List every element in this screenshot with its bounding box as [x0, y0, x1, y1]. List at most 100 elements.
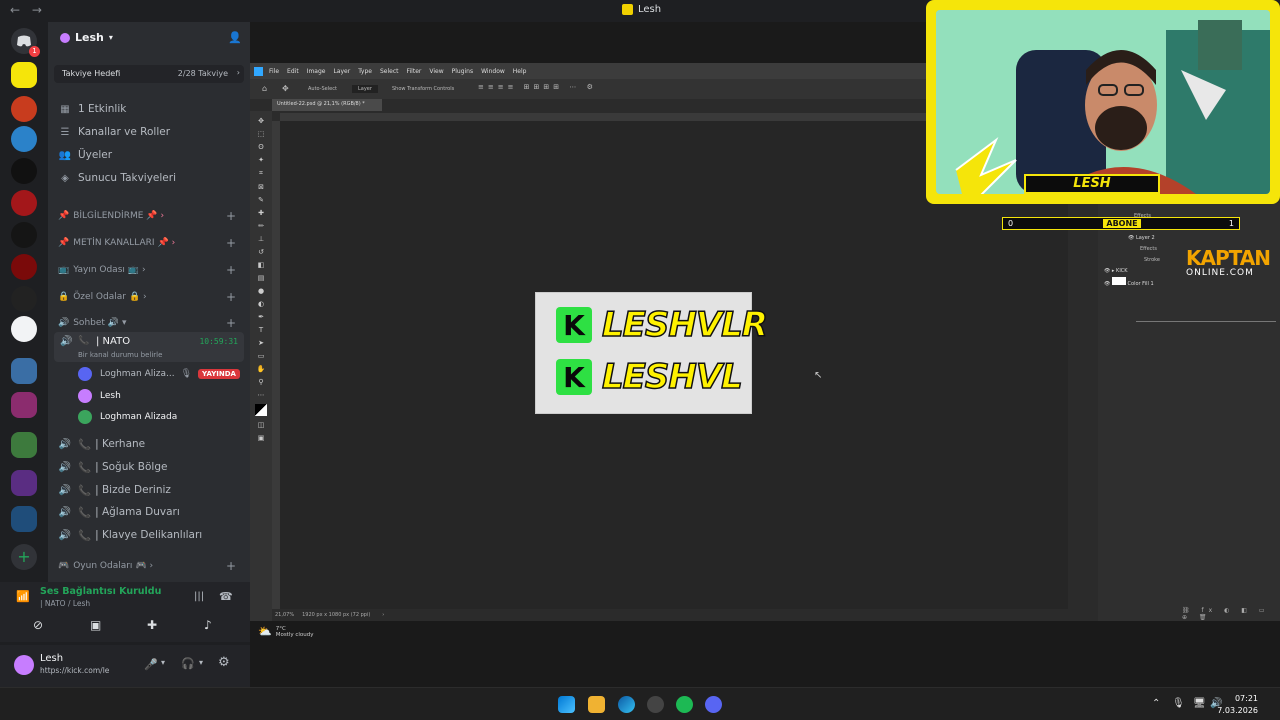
chevron-down-icon[interactable]: ▾: [161, 658, 165, 667]
marquee-tool-icon[interactable]: ⬚: [258, 130, 265, 138]
category-sohbet[interactable]: 🔊 Sohbet 🔊 ▾ +: [58, 313, 242, 333]
eraser-icon[interactable]: ◧: [258, 261, 265, 269]
add-member-icon[interactable]: 👤: [228, 31, 242, 44]
menu-members[interactable]: 👥 Üyeler: [58, 145, 242, 165]
frame-tool-icon[interactable]: ⊠: [258, 183, 264, 191]
edge-browser-icon[interactable]: [618, 696, 635, 713]
soundboard-icon[interactable]: ♪: [204, 618, 212, 632]
menu-events[interactable]: ▦ 1 Etkinlik: [58, 99, 242, 119]
dodge-icon[interactable]: ◐: [258, 300, 264, 308]
home-icon[interactable]: ⌂: [262, 84, 267, 93]
path-select-icon[interactable]: ➤: [258, 339, 264, 347]
server-folder-icon[interactable]: [11, 358, 37, 384]
voice-channel[interactable]: 🔊 📞 | Kerhane: [58, 434, 242, 454]
gradient-icon[interactable]: ▤: [258, 274, 265, 282]
color-swatches[interactable]: [255, 404, 267, 416]
quick-mask-icon[interactable]: ◫: [258, 421, 265, 429]
add-channel-icon[interactable]: +: [226, 209, 236, 223]
magic-wand-icon[interactable]: ✦: [258, 156, 264, 164]
voice-channel[interactable]: 🔊 📞 | Soğuk Bölge: [58, 457, 242, 477]
nav-arrows[interactable]: ← →: [10, 3, 42, 17]
voice-channel-path[interactable]: | NATO / Lesh: [40, 599, 90, 608]
auto-select-checkbox[interactable]: Auto-Select: [308, 86, 337, 92]
layer-effects[interactable]: Effects: [1104, 244, 1160, 255]
tray-network-icon[interactable]: 🖥: [1193, 698, 1206, 709]
boost-goal-bar[interactable]: Takviye Hedefi 2/28 Takviye ›: [54, 65, 244, 83]
menu-channels-roles[interactable]: ☰ Kanallar ve Roller: [58, 122, 242, 142]
channel-status[interactable]: Bir kanal durumu belirle: [78, 351, 162, 359]
chrome-icon[interactable]: [647, 696, 664, 713]
settings-gear-icon[interactable]: ⚙: [218, 655, 230, 670]
healing-icon[interactable]: ✚: [258, 209, 264, 217]
history-brush-icon[interactable]: ↺: [258, 248, 264, 256]
lasso-tool-icon[interactable]: ʘ: [258, 143, 264, 151]
ps-menu-item[interactable]: Edit: [287, 68, 299, 75]
add-channel-icon[interactable]: +: [226, 290, 236, 304]
server-folder-icon[interactable]: [11, 392, 37, 418]
weather-widget[interactable]: ⛅ 7°C Mostly cloudy: [258, 625, 314, 638]
voice-status[interactable]: Ses Bağlantısı Kuruldu: [40, 586, 161, 597]
type-tool-icon[interactable]: T: [259, 326, 263, 334]
tray-mic-icon[interactable]: 🎙: [1172, 698, 1185, 709]
shape-tool-icon[interactable]: ▭: [258, 352, 265, 360]
canvas-artwork[interactable]: K LESHVLR K LESHVL: [535, 292, 769, 414]
layer-select[interactable]: Layer: [352, 85, 378, 93]
zoom-tool-icon[interactable]: ⚲: [258, 378, 263, 386]
activities-icon[interactable]: ✚: [147, 618, 157, 632]
start-windows-icon[interactable]: [558, 696, 575, 713]
category-metin[interactable]: 📌 METİN KANALLARI 📌 › +: [58, 233, 242, 253]
layer-actions-icons[interactable]: ⛓ fx ◐ ◧ ▭ ⊕ 🗑: [1182, 607, 1280, 621]
add-channel-icon[interactable]: +: [226, 263, 236, 277]
server-lesh-icon[interactable]: [11, 62, 37, 88]
disconnect-icon[interactable]: ☎: [219, 590, 233, 603]
active-voice-channel[interactable]: 🔊 📞 | NATO 10:59:31 Bir kanal durumu bel…: [54, 332, 244, 362]
back-arrow-icon[interactable]: ←: [10, 3, 20, 17]
ps-menu-item[interactable]: Layer: [333, 68, 350, 75]
screen-share-icon[interactable]: ▣: [90, 618, 101, 632]
screen-mode-icon[interactable]: ▣: [258, 434, 265, 442]
voice-channel[interactable]: 🔊 📞 | Bizde Deriniz: [58, 480, 242, 500]
add-channel-icon[interactable]: +: [226, 559, 236, 573]
layer-group-row[interactable]: 👁 ▸ KICK: [1104, 266, 1160, 277]
ps-menu-item[interactable]: Type: [358, 68, 372, 75]
crop-tool-icon[interactable]: ⌗: [259, 169, 263, 178]
system-clock[interactable]: 07:21 7.03.2026: [1217, 693, 1258, 717]
ps-menu-item[interactable]: Select: [380, 68, 399, 75]
server-folder-icon[interactable]: [11, 432, 37, 458]
discord-home-icon[interactable]: 1: [11, 28, 40, 57]
category-oyun[interactable]: 🎮 Oyun Odaları 🎮 › +: [58, 556, 242, 576]
ps-menu-item[interactable]: Plugins: [452, 68, 474, 75]
blur-icon[interactable]: ●: [258, 287, 264, 295]
server-icon[interactable]: [11, 96, 37, 122]
server-folder-icon[interactable]: [11, 470, 37, 496]
ps-menu-item[interactable]: Window: [481, 68, 505, 75]
headphones-icon[interactable]: 🎧: [181, 657, 195, 670]
noise-suppression-icon[interactable]: |||: [194, 591, 204, 602]
voice-channel[interactable]: 🔊 📞 | Ağlama Duvarı: [58, 502, 242, 522]
microphone-icon[interactable]: 🎤: [144, 658, 158, 671]
align-icons[interactable]: ≡≡≡≡ ⊞⊞⊞⊞ ⋯ ⚙: [478, 83, 597, 91]
server-icon[interactable]: [11, 126, 37, 152]
layer-stroke[interactable]: Stroke: [1104, 255, 1160, 266]
layer-row[interactable]: 👁 Layer 2: [1104, 233, 1160, 244]
ps-menu-item[interactable]: Filter: [407, 68, 422, 75]
voice-user[interactable]: Loghman Aliza... 🎙 YAYINDA: [78, 364, 240, 384]
spotify-icon[interactable]: [676, 696, 693, 713]
zoom-level[interactable]: 21,07%: [275, 612, 294, 618]
move-tool-icon[interactable]: ✥: [258, 117, 264, 125]
server-icon[interactable]: [11, 254, 37, 280]
category-ozel[interactable]: 🔒 Özel Odalar 🔒 › +: [58, 287, 242, 307]
eyedropper-icon[interactable]: ✎: [258, 196, 264, 204]
ps-menu-item[interactable]: View: [429, 68, 443, 75]
category-bilgi[interactable]: 📌 BİLGİLENDİRME 📌 › +: [58, 206, 242, 226]
file-explorer-icon[interactable]: [588, 696, 605, 713]
server-folder-icon[interactable]: [11, 506, 37, 532]
avatar[interactable]: [14, 655, 34, 675]
voice-channel[interactable]: 🔊 📞 | Klavye Delikanlıları: [58, 525, 242, 545]
server-icon[interactable]: [11, 158, 37, 184]
voice-user[interactable]: Lesh: [78, 386, 121, 406]
ps-document-tab[interactable]: Untitled-22.psd @ 21,1% (RGB/8) *: [272, 99, 382, 111]
server-icon[interactable]: [11, 286, 37, 312]
category-yayin[interactable]: 📺 Yayın Odası 📺 › +: [58, 260, 242, 280]
chevron-down-icon[interactable]: ▾: [199, 658, 203, 667]
